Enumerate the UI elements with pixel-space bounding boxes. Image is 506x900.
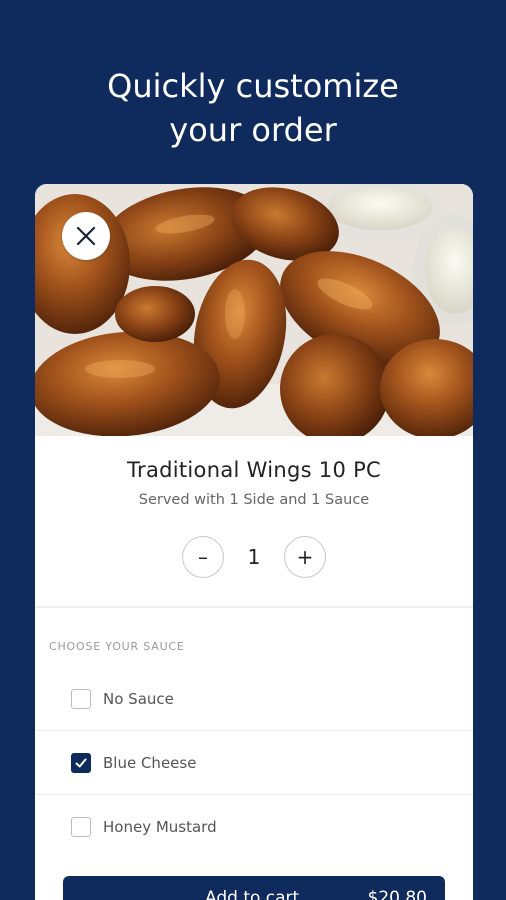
sauce-option-label: Honey Mustard bbox=[103, 818, 217, 836]
item-title: Traditional Wings 10 PC bbox=[126, 458, 382, 482]
sauce-option-label: No Sauce bbox=[103, 689, 174, 708]
quantity-value: 1 bbox=[247, 545, 261, 569]
section-divider bbox=[35, 606, 473, 608]
checkmark-icon bbox=[75, 758, 87, 767]
checkbox-unchecked[interactable] bbox=[71, 817, 91, 837]
headline-line-2: your order bbox=[169, 111, 337, 149]
sauce-option-label: Blue Cheese bbox=[103, 753, 197, 772]
cart-price: $20.80 bbox=[367, 888, 427, 900]
decrease-quantity-button[interactable]: – bbox=[182, 536, 224, 578]
item-photo bbox=[35, 184, 473, 436]
close-button[interactable] bbox=[62, 212, 110, 260]
add-to-cart-button[interactable]: Add to cart $20.80 bbox=[63, 876, 445, 900]
quantity-stepper: – 1 + bbox=[35, 536, 473, 578]
checkbox-unchecked[interactable] bbox=[71, 688, 91, 709]
sauce-options-list: No Sauce Blue Cheese Honey Mustard bbox=[35, 667, 473, 859]
item-customize-card: Traditional Wings 10 PC Served with 1 Si… bbox=[35, 184, 473, 900]
checkbox-checked[interactable] bbox=[71, 752, 91, 773]
item-subtitle: Served with 1 Side and 1 Sauce bbox=[138, 492, 370, 508]
sauce-option-blue-cheese[interactable]: Blue Cheese bbox=[35, 731, 473, 795]
headline-line-1: Quickly customize bbox=[107, 67, 399, 105]
add-to-cart-label: Add to cart bbox=[205, 888, 300, 900]
increase-quantity-button[interactable]: + bbox=[284, 536, 326, 578]
sauce-option-honey-mustard[interactable]: Honey Mustard bbox=[35, 795, 473, 859]
sauce-option-no-sauce[interactable]: No Sauce bbox=[35, 667, 473, 731]
promo-headline: Quickly customize your order bbox=[0, 64, 506, 152]
app-screen: Quickly customize your order Traditional… bbox=[0, 0, 506, 900]
close-icon bbox=[76, 226, 96, 246]
sauce-section-label: CHOOSE YOUR SAUCE bbox=[49, 640, 185, 653]
